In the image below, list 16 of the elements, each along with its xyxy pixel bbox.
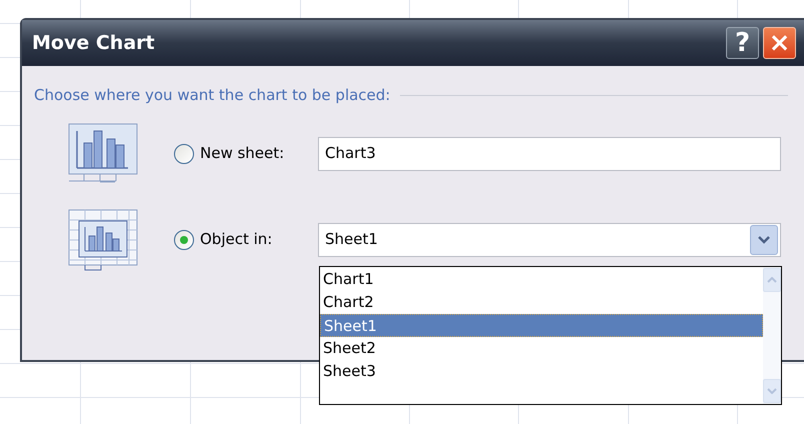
chart-in-worksheet-icon [68,208,138,270]
radio-button[interactable] [174,230,194,250]
help-button[interactable]: ? [726,27,759,59]
option-label: New sheet: [200,143,286,164]
sheet-dropdown[interactable]: Sheet1 [318,222,781,256]
dropdown-item[interactable]: Sheet2 [320,337,763,360]
dropdown-item[interactable]: Sheet3 [320,360,763,383]
radio-button[interactable] [174,144,194,164]
sheet-name-field[interactable]: Chart3 [318,136,781,170]
option-label: Object in: [200,229,274,250]
dropdown-item[interactable]: Chart2 [320,291,763,314]
prompt-text: Choose where you want the chart to be placed: [34,85,390,106]
window-title: Move Chart [32,30,156,56]
dropdown-item[interactable]: Sheet1 [320,314,763,337]
dropdown-item[interactable]: Chart1 [320,268,763,291]
chart-sheet-icon [68,122,138,184]
